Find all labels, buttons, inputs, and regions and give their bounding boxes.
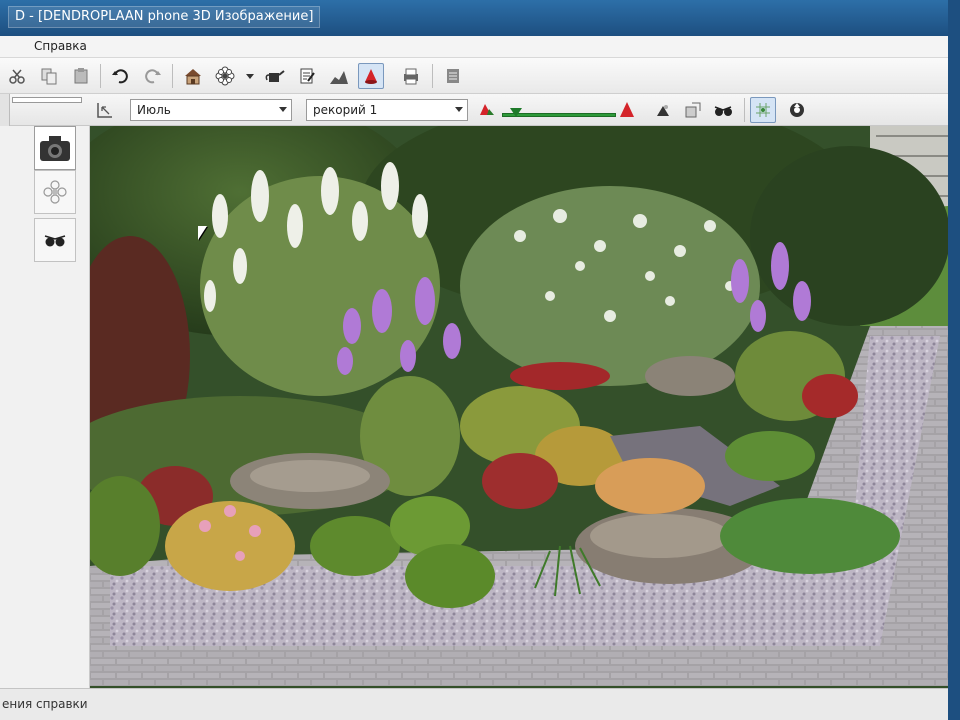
flower-view-button[interactable] [34,170,76,214]
view-toolbar: Июль рекорий 1 [0,94,948,126]
window-title: D - [DENDROPLAAN phone 3D Изображение] [8,6,321,28]
terrain-icon [330,71,348,84]
flower-dropdown-icon[interactable] [246,74,254,79]
season-end-button[interactable] [614,97,640,123]
window-frame-edge [948,0,960,720]
menu-help[interactable]: Справка [34,39,87,53]
redo-icon [145,69,161,84]
grid-icon [756,103,770,117]
glasses-button[interactable] [710,97,736,123]
printer-icon [404,68,418,85]
cone-large-icon [620,102,634,117]
main-toolbar [0,58,948,94]
cone-small-icon [480,104,494,115]
3d-view-button[interactable] [358,63,384,89]
walk-view-button[interactable] [34,218,76,262]
document-edit-button[interactable] [294,63,320,89]
camera-view-button[interactable] [34,126,76,170]
menu-bar: Справка [0,36,948,58]
document-edit-icon [300,68,315,84]
status-bar: ения справки [0,688,948,720]
cone-3d-icon [365,69,377,84]
light-icon [657,105,669,116]
title-bar: D - [DENDROPLAAN phone 3D Изображение] [0,0,960,36]
glasses-icon [714,106,732,116]
terrain-button[interactable] [326,63,352,89]
redo-button[interactable] [140,63,166,89]
garden-render [90,126,948,688]
properties-button[interactable] [440,63,466,89]
rotate-icon [790,103,804,117]
print-button[interactable] [398,63,424,89]
paste-button[interactable] [68,63,94,89]
cut-button[interactable] [4,63,30,89]
rotate-view-button[interactable] [784,97,810,123]
scenario-select[interactable]: рекорий 1 [306,99,468,121]
light-button[interactable] [650,97,676,123]
toolbar-separator [432,64,433,88]
grid-toggle-button[interactable] [750,97,776,123]
dimensions-icon [97,103,112,118]
view-mode-panel [0,126,90,694]
glasses-icon [44,235,66,247]
mouse-cursor-icon [198,226,207,240]
copy-button[interactable] [36,63,62,89]
scenario-select-value: рекорий 1 [313,103,378,117]
list-icon [447,69,459,83]
month-select[interactable]: Июль [130,99,292,121]
chevron-down-icon [455,107,463,112]
texture-icon [685,102,701,118]
app-window: D - [DENDROPLAAN phone 3D Изображение] С… [0,0,960,720]
toolbar-separator [172,64,173,88]
flower-icon [215,66,235,86]
paste-icon [74,68,88,84]
house-view-button[interactable] [180,63,206,89]
camera-icon [40,136,70,161]
watering-can-button[interactable] [262,63,288,89]
copy-icon [41,68,57,85]
texture-button[interactable] [680,97,706,123]
season-start-button[interactable] [474,97,500,123]
toolbar-separator [100,64,101,88]
dimensions-button[interactable] [92,97,118,123]
flower-outline-icon [43,180,67,204]
flower-button[interactable] [212,63,238,89]
undo-button[interactable] [107,63,133,89]
watering-can-icon [265,70,285,82]
scissors-icon [9,69,25,84]
undo-icon [112,69,128,84]
status-text: ения справки [2,697,88,711]
3d-garden-viewport[interactable] [90,126,948,688]
toolbar-separator [744,98,745,122]
chevron-down-icon [279,107,287,112]
zoom-field[interactable] [12,97,82,103]
month-select-value: Июль [137,103,171,117]
house-icon [185,69,201,85]
season-slider-thumb[interactable] [510,108,522,117]
